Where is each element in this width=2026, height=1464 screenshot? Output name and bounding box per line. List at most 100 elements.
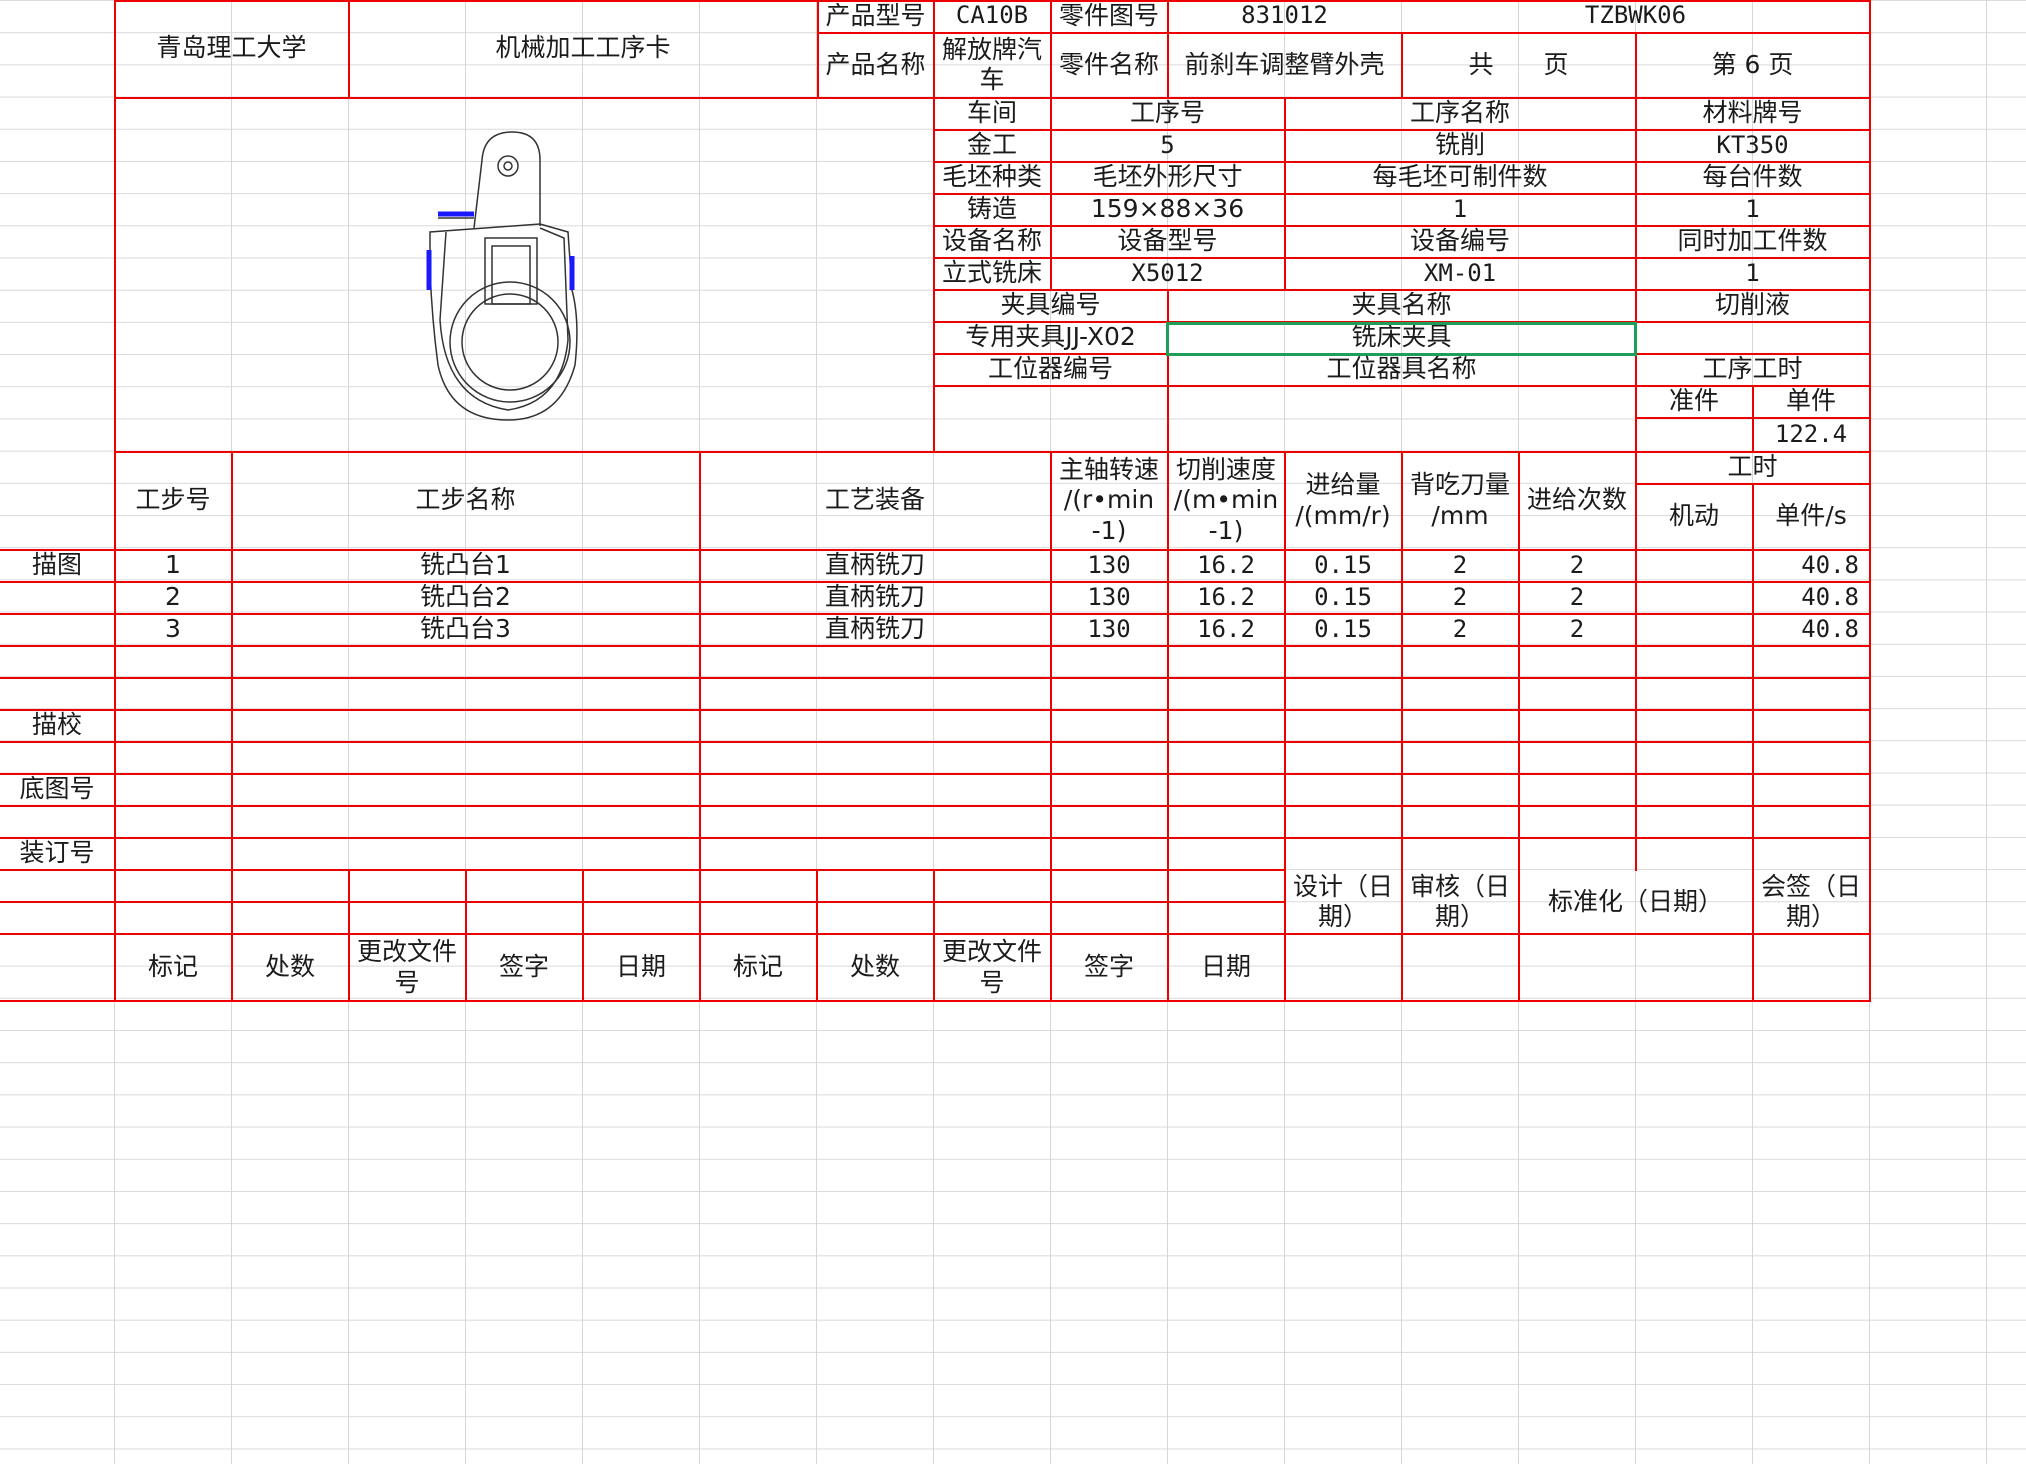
mark-label: 标记	[147, 952, 198, 982]
per-blank-value[interactable]: 1	[1285, 194, 1635, 225]
product-model-value[interactable]: CA10B	[934, 0, 1050, 32]
prep-time-label: 准件	[1668, 386, 1719, 416]
equip-name-label: 设备名称	[941, 226, 1042, 256]
product-model-label: 产品型号	[825, 0, 926, 30]
date-label-2: 日期	[1200, 952, 1251, 982]
col-time: 工时	[1727, 452, 1778, 482]
side-label-tracing: 描图	[31, 550, 82, 580]
step-unit-time-cell[interactable]: 40.8	[1753, 614, 1869, 645]
station-name-label: 工位器具名称	[1326, 354, 1477, 384]
col-cutting-speed: 切削速度 /(m•min -1)	[1173, 454, 1279, 545]
step-equipment-cell[interactable]: 直柄铣刀	[700, 614, 1050, 645]
op-no-value[interactable]: 5	[1051, 130, 1284, 161]
step-spindle-cell[interactable]: 130	[1051, 550, 1167, 581]
equip-name-value[interactable]: 立式铣床	[934, 258, 1050, 289]
op-name-value[interactable]: 铣削	[1285, 130, 1635, 161]
change-doc-no-label: 更改文件 号	[356, 937, 457, 997]
count-label: 处数	[264, 952, 315, 982]
workshop-value[interactable]: 金工	[934, 130, 1050, 161]
part-name-value[interactable]: 前刹车调整臂外壳	[1168, 33, 1401, 97]
step-spindle-cell[interactable]: 130	[1051, 614, 1167, 645]
step-speed-cell[interactable]: 16.2	[1168, 614, 1284, 645]
review-date-label: 审核（日 期）	[1409, 871, 1510, 932]
step-name-cell[interactable]: 铣凸台3	[232, 614, 699, 645]
step-equipment-cell[interactable]: 直柄铣刀	[700, 582, 1050, 613]
col-step-name: 工步名称	[415, 485, 516, 515]
simul-value[interactable]: 1	[1636, 258, 1869, 289]
fixture-no-label: 夹具编号	[1000, 290, 1101, 320]
col-feed: 进给量 /(mm/r)	[1295, 470, 1391, 530]
count-label-2: 处数	[849, 952, 900, 982]
step-machine-time-cell[interactable]	[1636, 582, 1752, 613]
change-doc-no-label-2: 更改文件 号	[941, 937, 1042, 997]
step-passes-cell[interactable]: 2	[1519, 614, 1635, 645]
part-lever-arm	[473, 131, 541, 229]
fixture-name-label: 夹具名称	[1351, 290, 1452, 320]
step-unit-time-cell[interactable]: 40.8	[1753, 550, 1869, 581]
doc-code[interactable]: TZBWK06	[1402, 0, 1869, 32]
step-depth-cell[interactable]: 2	[1402, 582, 1518, 613]
unit-time-label: 单件	[1785, 386, 1836, 416]
op-no-label: 工序号	[1129, 98, 1205, 128]
col-passes: 进给次数	[1526, 485, 1627, 515]
step-feed-cell[interactable]: 0.15	[1285, 582, 1401, 613]
fixture-no-value[interactable]: 专用夹具JJ-X02	[934, 322, 1167, 353]
per-blank-label: 每毛坯可制件数	[1372, 162, 1548, 192]
material-value[interactable]: KT350	[1636, 130, 1869, 161]
step-name-cell[interactable]: 铣凸台1	[232, 550, 699, 581]
step-feed-cell[interactable]: 0.15	[1285, 614, 1401, 645]
equip-model-label: 设备型号	[1117, 226, 1218, 256]
blank-type-label: 毛坯种类	[941, 162, 1042, 192]
step-number-cell[interactable]: 2	[115, 582, 231, 613]
part-bore-outer	[449, 281, 571, 403]
step-number-cell[interactable]: 1	[115, 550, 231, 581]
equip-no-value[interactable]: XM-01	[1285, 258, 1635, 289]
design-date-label: 设计（日 期）	[1292, 871, 1393, 932]
workshop-label: 车间	[966, 98, 1017, 128]
per-unit-label: 每台件数	[1702, 162, 1803, 192]
coolant-value[interactable]	[1636, 322, 1869, 353]
school-name: 青岛理工大学	[156, 33, 307, 63]
part-name-label: 零件名称	[1058, 49, 1159, 79]
side-label-binding-no: 装订号	[19, 838, 95, 868]
step-speed-cell[interactable]: 16.2	[1168, 550, 1284, 581]
step-speed-cell[interactable]: 16.2	[1168, 582, 1284, 613]
signature-label: 签字	[498, 952, 549, 982]
part-sketch-image[interactable]	[400, 120, 630, 450]
step-name-cell[interactable]: 铣凸台2	[232, 582, 699, 613]
step-machine-time-cell[interactable]	[1636, 614, 1752, 645]
step-passes-cell[interactable]: 2	[1519, 550, 1635, 581]
step-depth-cell[interactable]: 2	[1402, 614, 1518, 645]
step-spindle-cell[interactable]: 130	[1051, 582, 1167, 613]
step-passes-cell[interactable]: 2	[1519, 582, 1635, 613]
station-no-label: 工位器编号	[987, 354, 1113, 384]
blank-size-label: 毛坯外形尺寸	[1092, 162, 1243, 192]
blank-size-value[interactable]: 159×88×36	[1051, 194, 1284, 225]
total-pages[interactable]: 共 页	[1402, 33, 1635, 97]
step-number-cell[interactable]: 3	[115, 614, 231, 645]
step-unit-time-cell[interactable]: 40.8	[1753, 582, 1869, 613]
op-name-label: 工序名称	[1409, 98, 1510, 128]
step-machine-time-cell[interactable]	[1636, 550, 1752, 581]
step-feed-cell[interactable]: 0.15	[1285, 550, 1401, 581]
product-name-value[interactable]: 解放牌汽 车	[934, 33, 1050, 97]
product-name-label: 产品名称	[825, 49, 926, 79]
material-label: 材料牌号	[1702, 98, 1803, 128]
card-title: 机械加工工序卡	[495, 33, 671, 63]
page-number[interactable]: 第 6 页	[1636, 33, 1869, 97]
per-unit-value[interactable]: 1	[1636, 194, 1869, 225]
col-step-no: 工步号	[135, 485, 211, 515]
step-equipment-cell[interactable]: 直柄铣刀	[700, 550, 1050, 581]
part-pin-hole	[497, 155, 519, 177]
side-label-base-drawing-no: 底图号	[19, 774, 95, 804]
unit-time-value[interactable]: 122.4	[1753, 418, 1869, 451]
part-drawing-no-label: 零件图号	[1058, 0, 1159, 30]
blank-type-value[interactable]: 铸造	[934, 194, 1050, 225]
part-drawing-no-value[interactable]: 831012	[1168, 0, 1401, 32]
col-unit-time: 单件/s	[1775, 501, 1847, 531]
equip-no-label: 设备编号	[1409, 226, 1510, 256]
step-depth-cell[interactable]: 2	[1402, 550, 1518, 581]
col-equipment: 工艺装备	[824, 485, 925, 515]
date-label: 日期	[615, 952, 666, 982]
equip-model-value[interactable]: X5012	[1051, 258, 1284, 289]
